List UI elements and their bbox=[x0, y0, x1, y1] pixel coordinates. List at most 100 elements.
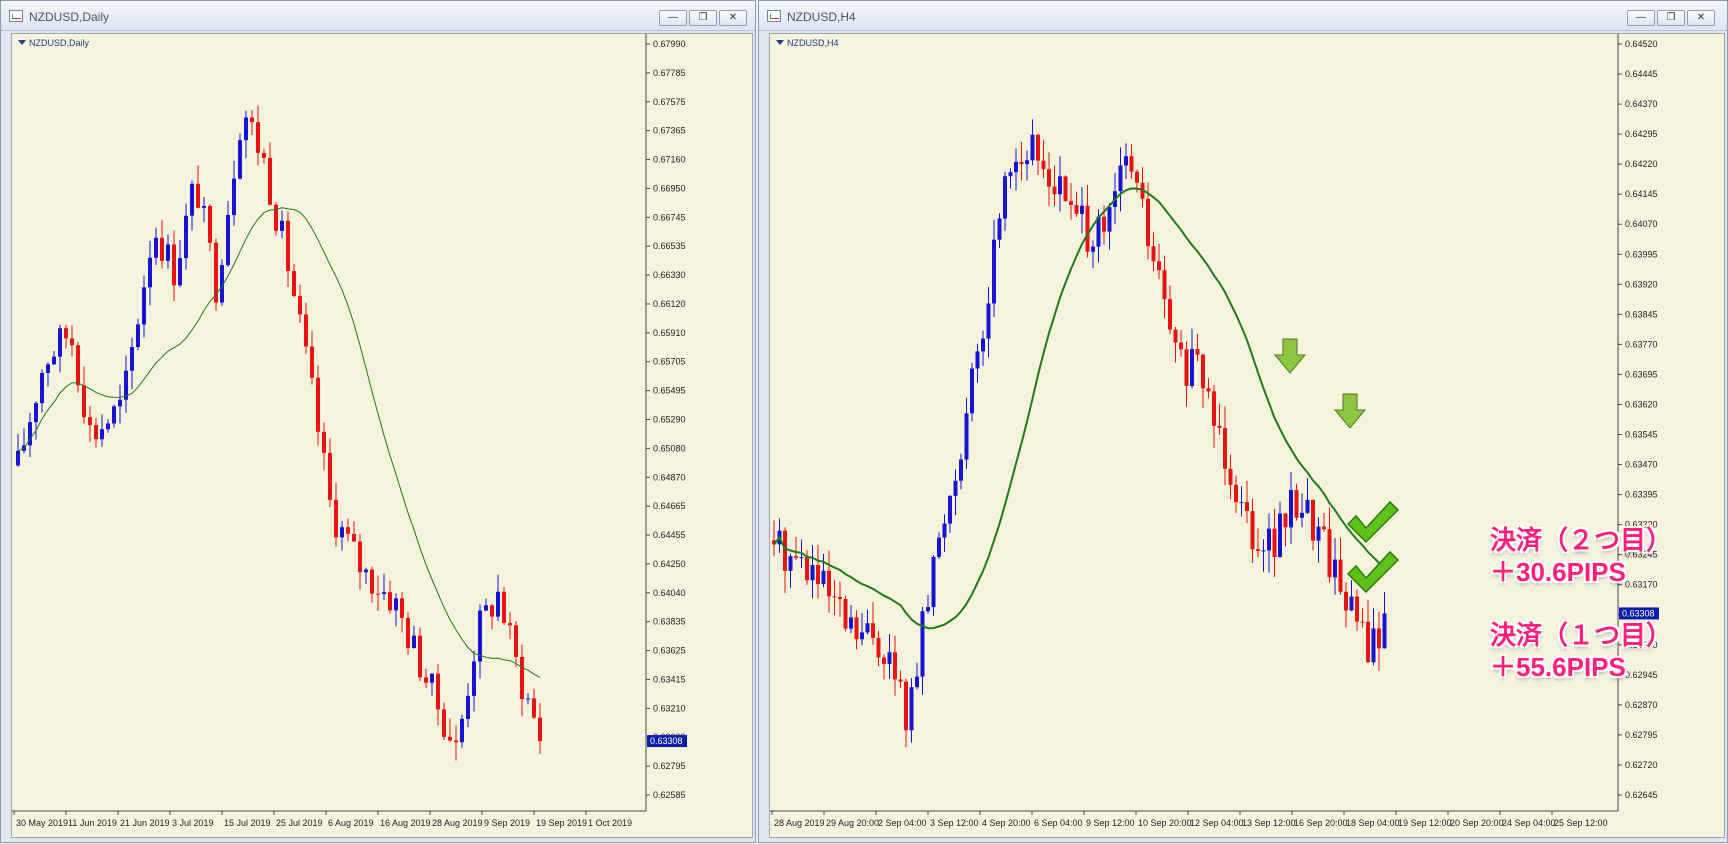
candle-body bbox=[184, 215, 188, 259]
restore-button[interactable]: ❐ bbox=[689, 10, 717, 26]
candle-body bbox=[1025, 160, 1029, 165]
candle-body bbox=[424, 677, 428, 683]
candle-body bbox=[466, 695, 470, 719]
window-titlebar[interactable]: NZDUSD,Daily — ❐ ✕ bbox=[1, 1, 755, 31]
minimize-button[interactable]: — bbox=[1627, 10, 1655, 26]
price-tick-label: 0.63920 bbox=[1625, 279, 1658, 289]
price-tick-label: 0.63415 bbox=[653, 674, 686, 684]
h4-chart-canvas[interactable]: 0.64520 0.64445 0.64370 0.64295 0.64220 0.641… bbox=[770, 34, 1726, 839]
candle-body bbox=[400, 598, 404, 618]
price-tick-label: 0.64445 bbox=[1625, 69, 1658, 79]
candle-body bbox=[112, 406, 116, 424]
candle-body bbox=[1234, 484, 1238, 503]
candle-body bbox=[196, 183, 200, 208]
candle-body bbox=[1256, 549, 1260, 552]
time-tick-label: 3 Jul 2019 bbox=[172, 818, 214, 828]
symbol-label-text: NZDUSD,H4 bbox=[787, 38, 839, 48]
candle-body bbox=[106, 423, 110, 430]
check-mark-icon bbox=[1346, 500, 1400, 544]
candle-body bbox=[1157, 261, 1161, 271]
window-title: NZDUSD,H4 bbox=[787, 10, 856, 24]
candle-body bbox=[178, 258, 182, 286]
daily-chart[interactable]: NZDUSD,Daily 0.67990 0.67785 0.67575 0.6736… bbox=[11, 33, 753, 838]
close-button[interactable]: ✕ bbox=[719, 10, 747, 26]
candle-body bbox=[1228, 468, 1233, 485]
price-tick-label: 0.64250 bbox=[653, 559, 686, 569]
candle-body bbox=[1129, 156, 1134, 172]
time-tick-label: 21 Jun 2019 bbox=[120, 818, 170, 828]
candle-body bbox=[352, 533, 356, 542]
candle-body bbox=[1069, 201, 1073, 206]
candle-body bbox=[953, 480, 958, 496]
price-tick-label: 0.64870 bbox=[653, 472, 686, 482]
candle-body bbox=[322, 431, 326, 453]
candle-body bbox=[442, 709, 446, 737]
candle-body bbox=[448, 736, 452, 741]
candle-body bbox=[1366, 621, 1370, 663]
price-tick-label: 0.62585 bbox=[653, 790, 686, 800]
candle-body bbox=[172, 244, 176, 286]
daily-chart-window[interactable]: NZDUSD,Daily — ❐ ✕ NZDUSD,Daily 0.67990 0… bbox=[0, 0, 756, 843]
candle-body bbox=[340, 527, 344, 538]
candle-body bbox=[970, 368, 974, 414]
candle-body bbox=[1184, 349, 1189, 387]
current-price-value: 0.63308 bbox=[650, 736, 683, 746]
price-tick-label: 0.66950 bbox=[653, 183, 686, 193]
h4-chart[interactable]: NZDUSD,H4 0.64520 0.64445 0.64370 0.64295 0.… bbox=[769, 33, 1725, 838]
time-tick-label: 11 Jun 2019 bbox=[68, 818, 117, 828]
candle-body bbox=[942, 523, 947, 538]
time-tick-label: 15 Jul 2019 bbox=[224, 818, 271, 828]
close-button[interactable]: ✕ bbox=[1687, 10, 1715, 26]
candle-body bbox=[538, 717, 542, 742]
dropdown-triangle-icon[interactable] bbox=[18, 40, 26, 45]
annotation-title: 決済（２つ目） bbox=[1490, 525, 1673, 555]
candle-body bbox=[64, 328, 68, 339]
candle-body bbox=[1091, 246, 1095, 252]
candle-body bbox=[827, 570, 831, 597]
candle-body bbox=[893, 652, 897, 680]
dropdown-triangle-icon[interactable] bbox=[776, 40, 784, 45]
price-tick-label: 0.62870 bbox=[1625, 700, 1658, 710]
candle-body bbox=[860, 632, 864, 640]
h4-chart-window[interactable]: NZDUSD,H4 — ❐ ✕ NZDUSD,H4 0.64520 0.64445… bbox=[758, 0, 1728, 843]
price-tick-label: 0.67990 bbox=[653, 39, 686, 49]
daily-chart-canvas[interactable]: 0.67990 0.67785 0.67575 0.67365 0.67160 0.669… bbox=[12, 34, 754, 839]
time-tick-label: 25 Jul 2019 bbox=[276, 818, 323, 828]
time-tick-label: 2 Sep 04:00 bbox=[878, 818, 927, 828]
price-tick-label: 0.63845 bbox=[1625, 309, 1658, 319]
candle-body bbox=[478, 610, 482, 662]
candle-body bbox=[959, 459, 963, 481]
price-tick-label: 0.65910 bbox=[653, 328, 686, 338]
window-titlebar[interactable]: NZDUSD,H4 — ❐ ✕ bbox=[759, 1, 1727, 31]
current-price-value: 0.63308 bbox=[1622, 608, 1655, 618]
candle-body bbox=[1382, 613, 1387, 649]
candle-body bbox=[34, 403, 38, 423]
candle-body bbox=[436, 673, 440, 710]
candle-body bbox=[810, 565, 815, 581]
price-tick-label: 0.63395 bbox=[1625, 490, 1658, 500]
candle-body bbox=[1041, 160, 1046, 170]
time-tick-label: 12 Sep 04:00 bbox=[1190, 818, 1244, 828]
candle-body bbox=[1074, 205, 1079, 214]
candle-body bbox=[1212, 391, 1216, 426]
price-tick-label: 0.67160 bbox=[653, 155, 686, 165]
candle-body bbox=[1349, 596, 1354, 611]
restore-button[interactable]: ❐ bbox=[1657, 10, 1685, 26]
candle-body bbox=[58, 328, 62, 357]
candle-body bbox=[909, 687, 914, 731]
time-tick-label: 18 Sep 04:00 bbox=[1346, 818, 1400, 828]
time-tick-label: 25 Sep 12:00 bbox=[1554, 818, 1608, 828]
candle-body bbox=[887, 652, 892, 664]
time-tick-label: 28 Aug 2019 bbox=[432, 818, 483, 828]
chart-window-icon bbox=[767, 10, 781, 22]
candle-body bbox=[94, 425, 98, 440]
symbol-label: NZDUSD,H4 bbox=[776, 38, 839, 48]
candle-body bbox=[310, 346, 314, 378]
time-tick-label: 19 Sep 12:00 bbox=[1398, 818, 1452, 828]
settlement-annotation-2: 決済（２つ目） ＋30.6PIPS bbox=[1490, 524, 1672, 588]
candle-body bbox=[136, 324, 140, 348]
price-tick-label: 0.62720 bbox=[1625, 760, 1658, 770]
minimize-button[interactable]: — bbox=[659, 10, 687, 26]
candle-body bbox=[1239, 502, 1244, 504]
price-tick-label: 0.63545 bbox=[1625, 430, 1658, 440]
